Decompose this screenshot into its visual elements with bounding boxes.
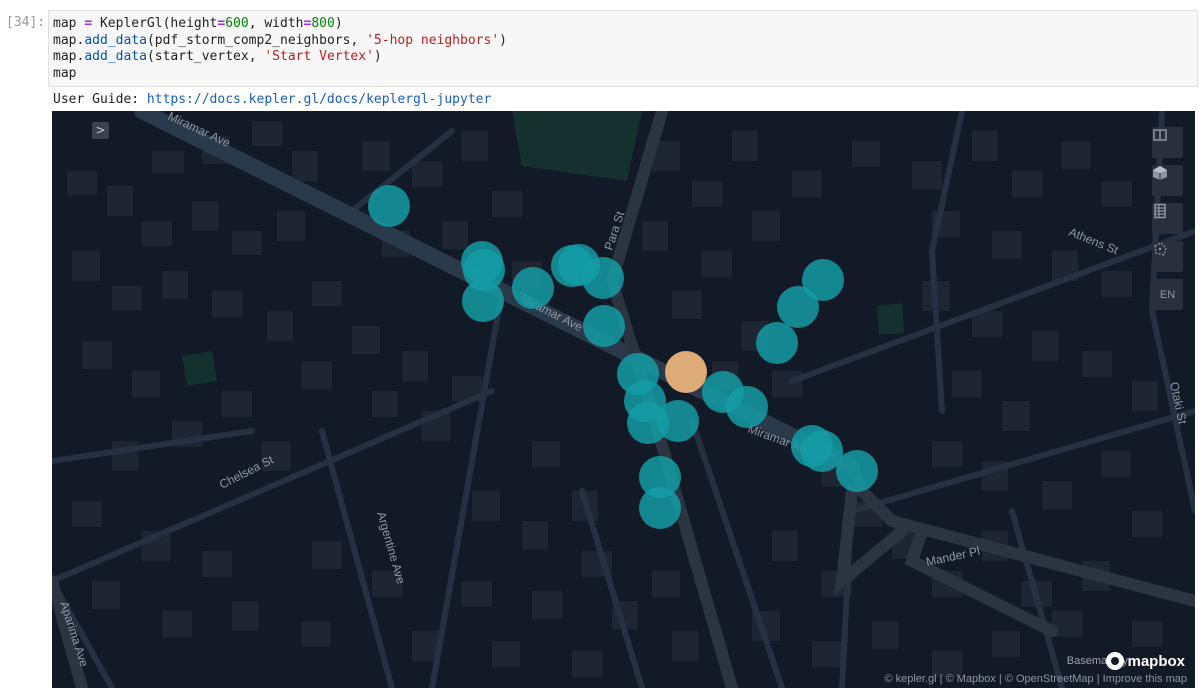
code-line-4: map (53, 65, 77, 81)
draw-control[interactable] (1152, 241, 1183, 272)
mapbox-logo-icon (1106, 652, 1125, 670)
neighbor-point[interactable] (639, 487, 681, 529)
code-line-1: map = KeplerGl(height=600, width=800) (53, 16, 343, 31)
kepler-map[interactable]: Miramar Ave Miramar Ave Miramar Ave Para… (52, 111, 1195, 688)
code-cell[interactable]: map = KeplerGl(height=600, width=800) ma… (48, 10, 1198, 87)
start-vertex-layer[interactable] (665, 351, 707, 393)
park-area (182, 351, 217, 386)
neighbor-point[interactable] (582, 257, 624, 299)
code-line-3: map.add_data(start_vertex, 'Start Vertex… (53, 49, 382, 64)
map-canvas[interactable]: Miramar Ave Miramar Ave Miramar Ave Para… (52, 111, 1195, 688)
data-table-control[interactable] (1152, 203, 1183, 234)
locale-label: EN (1159, 288, 1176, 301)
3d-map-control[interactable] (1152, 165, 1183, 196)
start-vertex-point[interactable] (665, 351, 707, 393)
locale-control[interactable]: EN (1152, 279, 1183, 310)
user-guide: User Guide: https://docs.kepler.gl/docs/… (53, 92, 491, 107)
mapbox-logo-text: mapbox (1127, 652, 1185, 670)
mapbox-logo[interactable]: mapbox (1106, 652, 1185, 670)
split-map-icon (1153, 129, 1167, 141)
park-area (512, 111, 642, 181)
street-label-mander: Mander Pl (925, 544, 981, 569)
cell-prompt: [34]: (6, 15, 46, 30)
neighbor-point[interactable] (802, 259, 844, 301)
neighbor-point[interactable] (756, 322, 798, 364)
neighbor-point[interactable] (726, 386, 768, 428)
park-area (877, 303, 904, 335)
side-panel-toggle[interactable]: > (92, 122, 109, 139)
code-line-2: map.add_data(pdf_storm_comp2_neighbors, … (53, 32, 507, 48)
user-guide-label: User Guide: (53, 92, 147, 107)
map-attribution[interactable]: © kepler.gl | © Mapbox | © OpenStreetMap… (884, 673, 1187, 685)
table-icon (1154, 203, 1166, 219)
cube-icon (1153, 166, 1167, 180)
neighbor-point[interactable] (462, 280, 504, 322)
neighbor-point[interactable] (368, 185, 410, 227)
polygon-draw-icon (1154, 242, 1167, 256)
neighbor-point[interactable] (657, 400, 699, 442)
user-guide-link[interactable]: https://docs.kepler.gl/docs/keplergl-jup… (147, 92, 491, 107)
neighbor-point[interactable] (836, 450, 878, 492)
neighbor-point[interactable] (512, 267, 554, 309)
neighbor-point[interactable] (583, 305, 625, 347)
split-map-control[interactable] (1152, 127, 1183, 158)
